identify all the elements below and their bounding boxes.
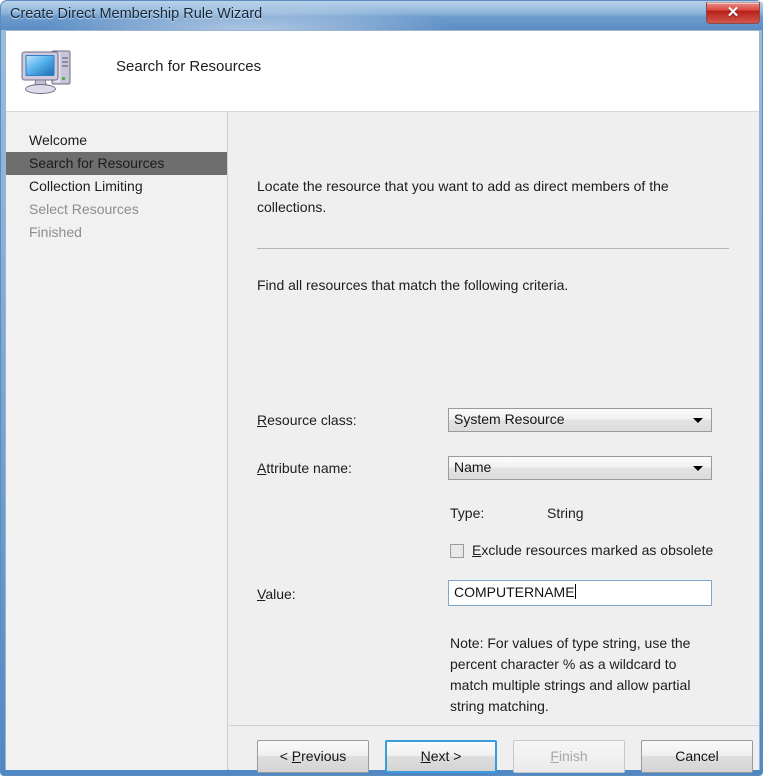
type-label: Type: bbox=[450, 505, 485, 521]
value-input-text: COMPUTERNAME bbox=[454, 584, 576, 600]
chevron-down-icon bbox=[693, 466, 703, 471]
type-value: String bbox=[547, 505, 584, 521]
value-label-rest: alue: bbox=[265, 586, 296, 602]
value-input[interactable]: COMPUTERNAME bbox=[448, 580, 712, 606]
exclude-obsolete-label: Exclude resources marked as obsolete bbox=[472, 542, 713, 558]
criteria-heading: Find all resources that match the follow… bbox=[257, 277, 569, 293]
close-button[interactable]: ✕ bbox=[706, 2, 760, 24]
value-label: Value: bbox=[257, 586, 296, 602]
attribute-name-select[interactable]: Name bbox=[448, 456, 712, 480]
cancel-button-post: Cancel bbox=[675, 748, 719, 764]
chevron-down-icon bbox=[693, 418, 703, 423]
sidebar-item-collection-limiting[interactable]: Collection Limiting bbox=[6, 175, 227, 198]
previous-button-post: revious bbox=[301, 748, 347, 764]
wizard-main-panel: Locate the resource that you want to add… bbox=[229, 112, 759, 770]
exclude-obsolete-accel: E bbox=[472, 542, 482, 558]
page-title: Search for Resources bbox=[116, 58, 262, 75]
note-text: Note: For values of type string, use the… bbox=[450, 635, 691, 714]
close-icon: ✕ bbox=[726, 4, 740, 21]
intro-text: Locate the resource that you want to add… bbox=[257, 178, 669, 215]
sidebar-item-welcome[interactable]: Welcome bbox=[6, 129, 227, 152]
next-button-accel: N bbox=[420, 748, 431, 764]
resource-class-label-rest: esource class: bbox=[267, 412, 357, 428]
client-area: Search for Resources Welcome Search for … bbox=[5, 30, 760, 773]
finish-button: Finish bbox=[513, 740, 625, 773]
resource-class-accel: R bbox=[257, 412, 268, 428]
next-button[interactable]: Next > bbox=[385, 740, 497, 773]
resource-class-select[interactable]: System Resource bbox=[448, 408, 712, 432]
wizard-header: Search for Resources bbox=[6, 31, 759, 112]
sidebar-item-finished: Finished bbox=[29, 224, 82, 240]
wizard-window: Create Direct Membership Rule Wizard ✕ S… bbox=[0, 0, 763, 776]
finish-button-post: inish bbox=[558, 748, 588, 764]
text-caret bbox=[574, 584, 576, 599]
attribute-name-label-rest: ttribute name: bbox=[266, 460, 352, 476]
exclude-obsolete-label-rest: xclude resources marked as obsolete bbox=[481, 542, 714, 558]
cancel-button[interactable]: Cancel bbox=[641, 740, 753, 773]
value-input-value: COMPUTERNAME bbox=[454, 584, 575, 600]
wizard-sidebar: Welcome Search for Resources Collection … bbox=[6, 112, 228, 770]
sidebar-item-search-for-resources[interactable]: Search for Resources bbox=[6, 152, 227, 175]
resource-class-value: System Resource bbox=[454, 411, 565, 427]
checkbox-box-icon bbox=[450, 544, 464, 558]
finish-button-accel: F bbox=[550, 748, 559, 764]
title-bar: Create Direct Membership Rule Wizard ✕ bbox=[1, 1, 763, 30]
section-divider bbox=[257, 248, 729, 249]
wizard-footer: < Previous Next > Finish Cancel bbox=[229, 725, 759, 773]
window-title: Create Direct Membership Rule Wizard bbox=[10, 6, 263, 22]
sidebar-item-select-resources: Select Resources bbox=[29, 201, 139, 217]
previous-button-pre: < bbox=[279, 748, 292, 764]
resource-class-label: Resource class: bbox=[257, 412, 357, 428]
attribute-name-value: Name bbox=[454, 459, 492, 475]
next-button-post: ext > bbox=[430, 748, 462, 764]
previous-button[interactable]: < Previous bbox=[257, 740, 369, 773]
attribute-name-label: Attribute name: bbox=[257, 460, 352, 476]
previous-button-accel: P bbox=[291, 748, 302, 764]
attribute-name-accel: A bbox=[257, 460, 267, 476]
computer-icon bbox=[19, 45, 77, 99]
